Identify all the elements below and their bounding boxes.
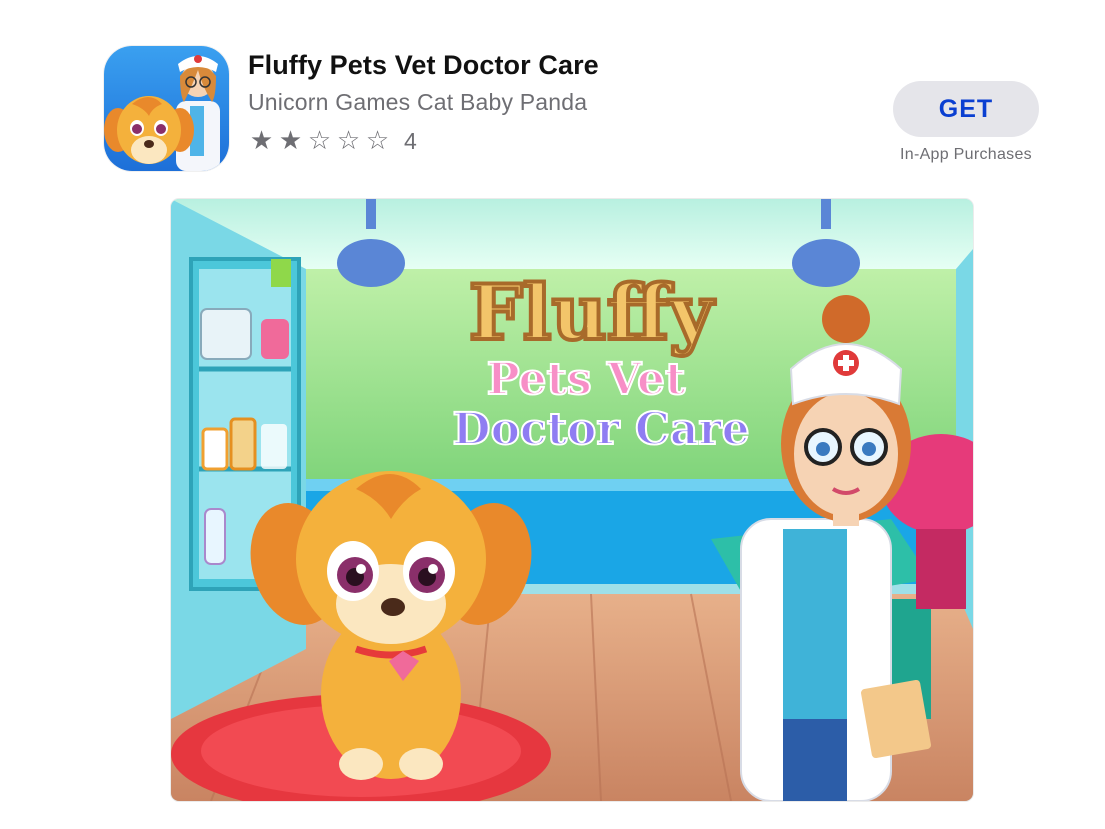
app-store-listing: Fluffy Pets Vet Doctor Care Unicorn Game… [0, 0, 1105, 829]
star-filled-icon: ★ [278, 126, 303, 156]
app-icon[interactable] [104, 46, 229, 171]
screenshot-image: Fluffy Pets Vet Doctor Care [171, 199, 973, 801]
rating: ★ ★ ☆ ☆ ☆ 4 [247, 125, 417, 157]
app-icon-image [104, 46, 229, 171]
star-empty-icon: ☆ [365, 126, 390, 156]
get-button[interactable]: GET [893, 81, 1039, 137]
in-app-purchases-label: In-App Purchases [900, 146, 1032, 163]
logo-line1: Fluffy [469, 268, 715, 357]
star-filled-icon: ★ [249, 126, 274, 156]
logo-line3: Doctor Care [452, 404, 749, 455]
logo-line2: Pets Vet [487, 354, 686, 405]
star-empty-icon: ☆ [307, 126, 332, 156]
app-screenshot[interactable]: Fluffy Pets Vet Doctor Care [171, 199, 973, 801]
rating-count: 4 [404, 128, 417, 154]
developer-name[interactable]: Unicorn Games Cat Baby Panda [248, 89, 587, 116]
app-title[interactable]: Fluffy Pets Vet Doctor Care [248, 50, 599, 81]
star-empty-icon: ☆ [336, 126, 361, 156]
